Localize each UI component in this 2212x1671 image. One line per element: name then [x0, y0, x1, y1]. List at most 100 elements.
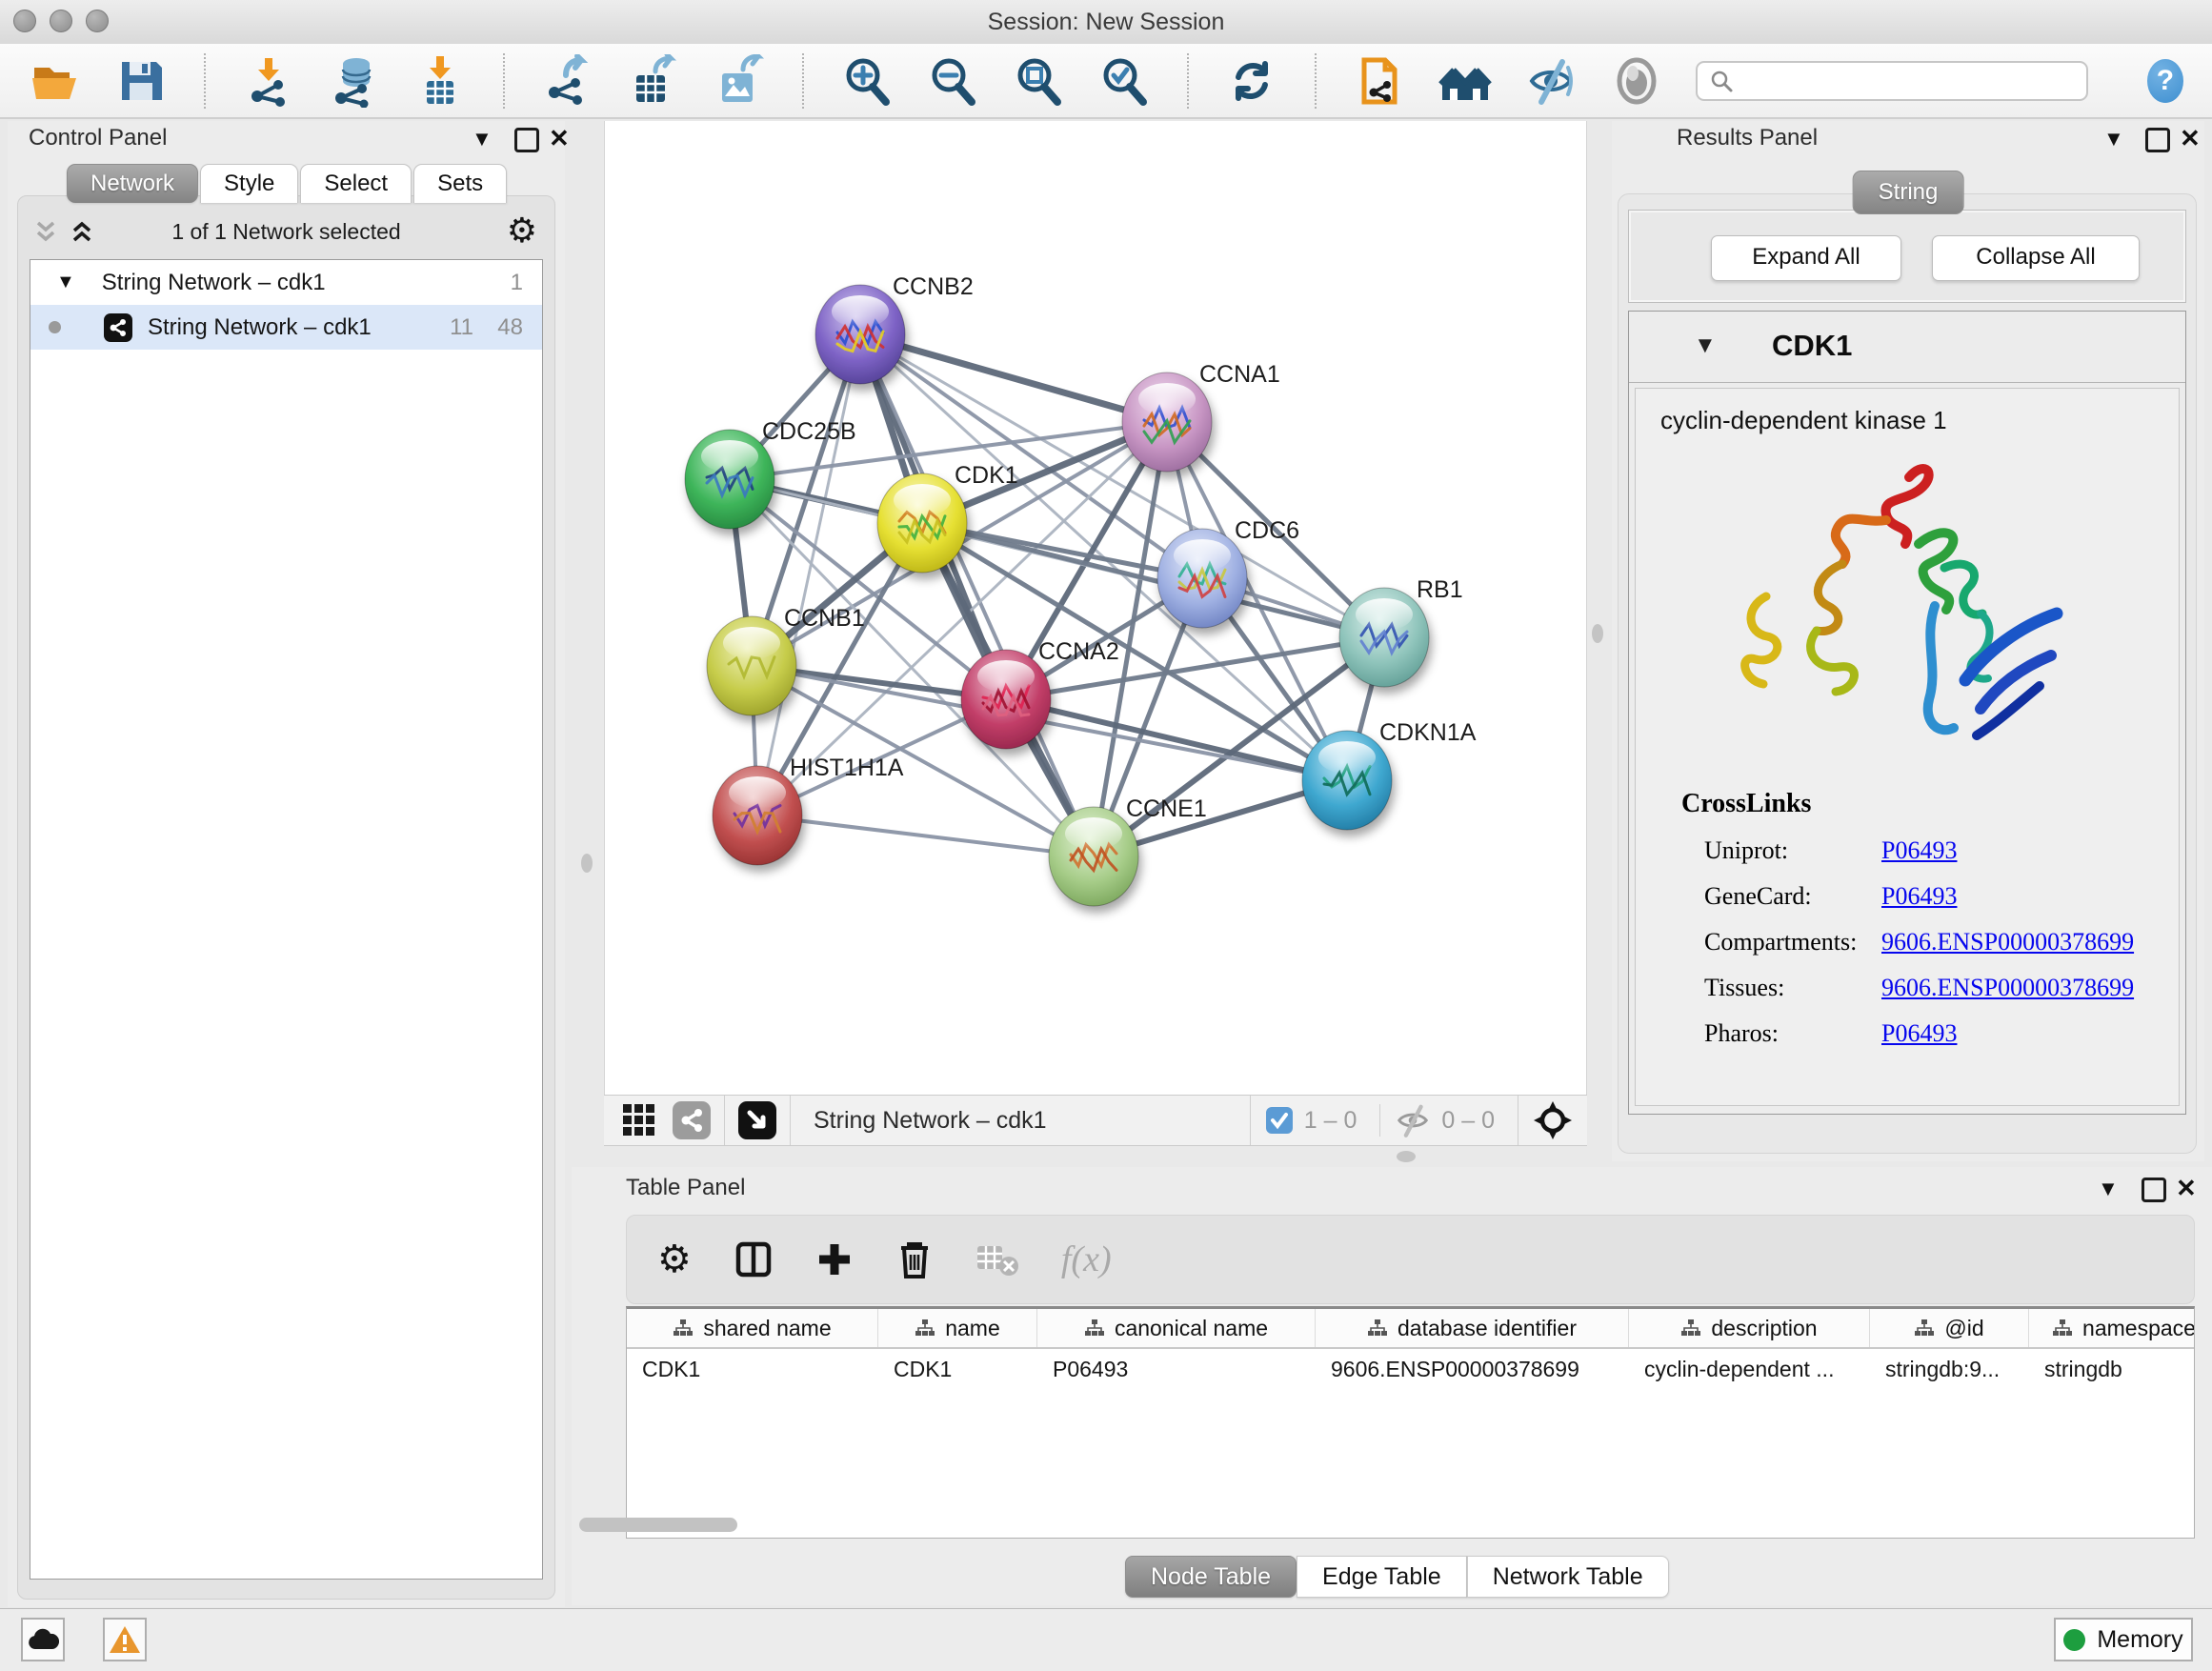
network-node[interactable] [713, 766, 802, 865]
results-buttons-box: Expand All Collapse All [1628, 210, 2186, 303]
crosslink-link[interactable]: P06493 [1881, 1019, 1957, 1048]
results-panel-close-icon[interactable]: ✕ [2180, 129, 2201, 148]
birdseye-view-icon[interactable] [738, 1101, 776, 1139]
zoom-out-icon[interactable] [926, 54, 979, 108]
table-panel-menu-caret-icon[interactable]: ▼ [2098, 1177, 2119, 1201]
application-window: Session: New Session ? Control [0, 0, 2212, 1671]
network-node[interactable] [877, 473, 967, 573]
network-node[interactable] [961, 650, 1051, 749]
selected-checkbox-icon[interactable] [1264, 1105, 1295, 1136]
network-collection-row[interactable]: ▼ String Network – cdk1 1 [30, 260, 542, 305]
left-splitter-handle[interactable] [581, 854, 593, 873]
network-node[interactable] [1049, 807, 1138, 906]
crosslink-link[interactable]: P06493 [1881, 836, 1957, 865]
network-view-canvas[interactable]: CCNB2CCNA1CDC25BCDK1CDC6RB1CCNB1CCNA2CDK… [604, 121, 1587, 1095]
control-panel-close-icon[interactable]: ✕ [549, 129, 570, 148]
network-node[interactable] [1339, 588, 1429, 687]
help-icon[interactable]: ? [2147, 59, 2183, 103]
expand-all-button[interactable]: Expand All [1711, 235, 1901, 281]
network-edge[interactable] [922, 523, 1384, 637]
main-toolbar: ? [0, 44, 2212, 119]
control-panel-title: Control Panel [29, 125, 167, 151]
protein-result-card: ▼ CDK1 cyclin-dependent kinase 1 [1628, 311, 2186, 1115]
zoom-in-icon[interactable] [840, 54, 894, 108]
zoom-selected-icon[interactable] [1097, 54, 1151, 108]
toolbar-separator [1379, 1104, 1380, 1137]
column-header--id[interactable]: @id [1870, 1309, 2029, 1347]
table-type-tabs: Node Table Edge Table Network Table [1125, 1556, 1669, 1598]
network-node[interactable] [707, 616, 796, 715]
control-panel-menu-caret-icon[interactable]: ▼ [472, 127, 493, 151]
crosslink-link[interactable]: P06493 [1881, 882, 1957, 911]
tab-string[interactable]: String [1853, 171, 1964, 214]
crosslinks-heading: CrossLinks [1681, 789, 2179, 819]
network-edge[interactable] [757, 815, 1094, 856]
network-node[interactable] [1157, 529, 1247, 628]
import-network-file-icon[interactable] [242, 54, 295, 108]
column-header-name[interactable]: name [878, 1309, 1037, 1347]
tab-style[interactable]: Style [200, 164, 298, 203]
control-panel-float-icon[interactable] [514, 128, 539, 152]
export-image-icon[interactable] [713, 54, 766, 108]
cloud-status-button[interactable] [21, 1618, 65, 1661]
delete-column-icon[interactable] [895, 1238, 934, 1280]
network-row[interactable]: String Network – cdk1 11 48 [30, 305, 542, 350]
fit-selected-crosshair-icon[interactable] [1532, 1099, 1574, 1141]
session-share-icon[interactable] [1353, 54, 1406, 108]
network-edge[interactable] [757, 334, 860, 815]
show-columns-icon[interactable] [734, 1239, 774, 1279]
table-panel-float-icon[interactable] [2142, 1178, 2166, 1202]
table-row[interactable]: CDK1CDK1P064939606.ENSP00000378699cyclin… [627, 1349, 2194, 1389]
tab-sets[interactable]: Sets [413, 164, 507, 203]
grid-view-icon[interactable] [619, 1100, 659, 1140]
column-header-shared-name[interactable]: shared name [627, 1309, 878, 1347]
import-network-database-icon[interactable] [328, 54, 381, 108]
collection-expander-icon[interactable]: ▼ [56, 272, 75, 293]
add-column-icon[interactable] [815, 1240, 854, 1278]
tab-node-table[interactable]: Node Table [1125, 1556, 1297, 1598]
table-toolbar: ⚙ f(x) [626, 1215, 2195, 1304]
right-splitter-handle[interactable] [1592, 624, 1603, 643]
search-input[interactable] [1741, 67, 2075, 95]
export-table-icon[interactable] [627, 54, 680, 108]
show-panels-icon[interactable] [1610, 54, 1663, 108]
column-header-canonical-name[interactable]: canonical name [1037, 1309, 1316, 1347]
results-panel-float-icon[interactable] [2145, 128, 2170, 152]
results-panel-menu-caret-icon[interactable]: ▼ [2103, 127, 2124, 151]
tab-network[interactable]: Network [67, 164, 198, 203]
table-horizontal-scrollbar[interactable] [579, 1518, 737, 1532]
save-session-icon[interactable] [114, 54, 168, 108]
zoom-fit-icon[interactable] [1012, 54, 1065, 108]
hide-panels-icon[interactable] [1524, 54, 1578, 108]
network-graph[interactable]: CCNB2CCNA1CDC25BCDK1CDC6RB1CCNB1CCNA2CDK… [605, 121, 1586, 1093]
table-panel-close-icon[interactable]: ✕ [2176, 1178, 2197, 1198]
bottom-splitter-handle[interactable] [1397, 1151, 1416, 1162]
import-table-file-icon[interactable] [413, 54, 467, 108]
crosslink-link[interactable]: 9606.ENSP00000378699 [1881, 974, 2134, 1002]
column-header-description[interactable]: description [1629, 1309, 1870, 1347]
warnings-button[interactable] [103, 1618, 147, 1661]
tab-network-table[interactable]: Network Table [1467, 1556, 1669, 1598]
network-node-count: 11 [450, 314, 473, 341]
crosslink-link[interactable]: 9606.ENSP00000378699 [1881, 928, 2134, 956]
export-network-icon[interactable] [541, 54, 594, 108]
network-node[interactable] [685, 430, 774, 529]
network-node[interactable] [1122, 372, 1212, 472]
column-header-database-identifier[interactable]: database identifier [1316, 1309, 1629, 1347]
collapse-all-button[interactable]: Collapse All [1932, 235, 2140, 281]
refresh-icon[interactable] [1225, 54, 1278, 108]
tab-select[interactable]: Select [300, 164, 412, 203]
network-node[interactable] [815, 285, 905, 384]
hidden-eye-icon[interactable] [1394, 1101, 1432, 1139]
home-icon[interactable] [1438, 54, 1492, 108]
column-header-namespace[interactable]: namespace [2029, 1309, 2195, 1347]
table-settings-gear-icon[interactable]: ⚙ [657, 1238, 692, 1281]
tab-edge-table[interactable]: Edge Table [1297, 1556, 1467, 1598]
gear-icon[interactable]: ⚙ [507, 211, 537, 251]
memory-button[interactable]: Memory [2054, 1618, 2193, 1661]
network-overview-icon[interactable] [673, 1101, 711, 1139]
protein-card-expander-icon[interactable]: ▼ [1694, 332, 1717, 359]
open-session-icon[interactable] [29, 54, 82, 108]
results-panel-title: Results Panel [1677, 125, 1818, 151]
network-node[interactable] [1302, 731, 1392, 830]
